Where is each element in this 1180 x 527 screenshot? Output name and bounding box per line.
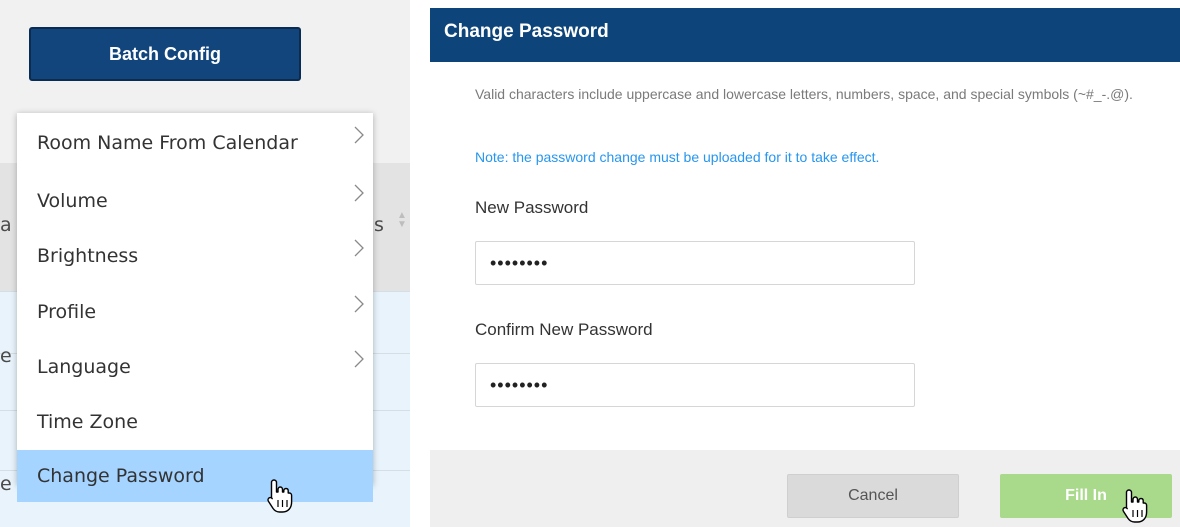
dialog-footer: Cancel Fill In <box>430 450 1180 527</box>
table-cell-fragment: e <box>0 345 12 367</box>
upload-note: Note: the password change must be upload… <box>475 149 880 165</box>
table-header-fragment: s <box>374 214 384 236</box>
fill-in-button[interactable]: Fill In <box>1000 474 1172 518</box>
left-panel: Batch Config a s ▲ ▼ e e Room Name From C… <box>0 0 410 527</box>
change-password-dialog: Change Password Valid characters include… <box>430 0 1180 527</box>
confirm-password-label: Confirm New Password <box>475 320 653 339</box>
menu-item-brightness[interactable]: Brightness <box>17 230 373 284</box>
menu-item-label: Room Name From Calendar <box>37 132 298 154</box>
menu-item-change-password[interactable]: Change Password <box>17 450 373 502</box>
menu-item-label: Profile <box>37 301 97 323</box>
sort-arrows-icon[interactable]: ▲ ▼ <box>397 211 407 230</box>
confirm-password-input[interactable] <box>475 363 915 407</box>
menu-item-time-zone[interactable]: Time Zone <box>17 396 373 450</box>
menu-item-language[interactable]: Language <box>17 341 373 395</box>
dialog-title: Change Password <box>444 21 609 42</box>
menu-item-label: Brightness <box>37 245 139 267</box>
batch-config-dropdown: Room Name From Calendar Volume Brightnes… <box>17 113 373 502</box>
batch-config-button[interactable]: Batch Config <box>29 27 301 81</box>
menu-item-label: Time Zone <box>37 411 138 433</box>
chevron-right-icon <box>354 126 364 144</box>
dialog-header: Change Password <box>430 8 1180 62</box>
new-password-label: New Password <box>475 198 589 217</box>
chevron-right-icon <box>354 350 364 368</box>
valid-characters-hint: Valid characters include uppercase and l… <box>475 86 1133 102</box>
chevron-right-icon <box>354 295 364 313</box>
cancel-button[interactable]: Cancel <box>787 474 959 518</box>
menu-item-room-name-from-calendar[interactable]: Room Name From Calendar <box>17 117 373 171</box>
menu-item-label: Language <box>37 356 131 378</box>
menu-item-label: Volume <box>37 190 108 212</box>
new-password-input[interactable] <box>475 241 915 285</box>
chevron-right-icon <box>354 239 364 257</box>
table-header-fragment: a <box>0 214 12 236</box>
table-cell-fragment: e <box>0 473 12 495</box>
menu-item-profile[interactable]: Profile <box>17 286 373 340</box>
chevron-right-icon <box>354 184 364 202</box>
menu-item-label: Change Password <box>37 465 205 487</box>
menu-item-volume[interactable]: Volume <box>17 175 373 229</box>
